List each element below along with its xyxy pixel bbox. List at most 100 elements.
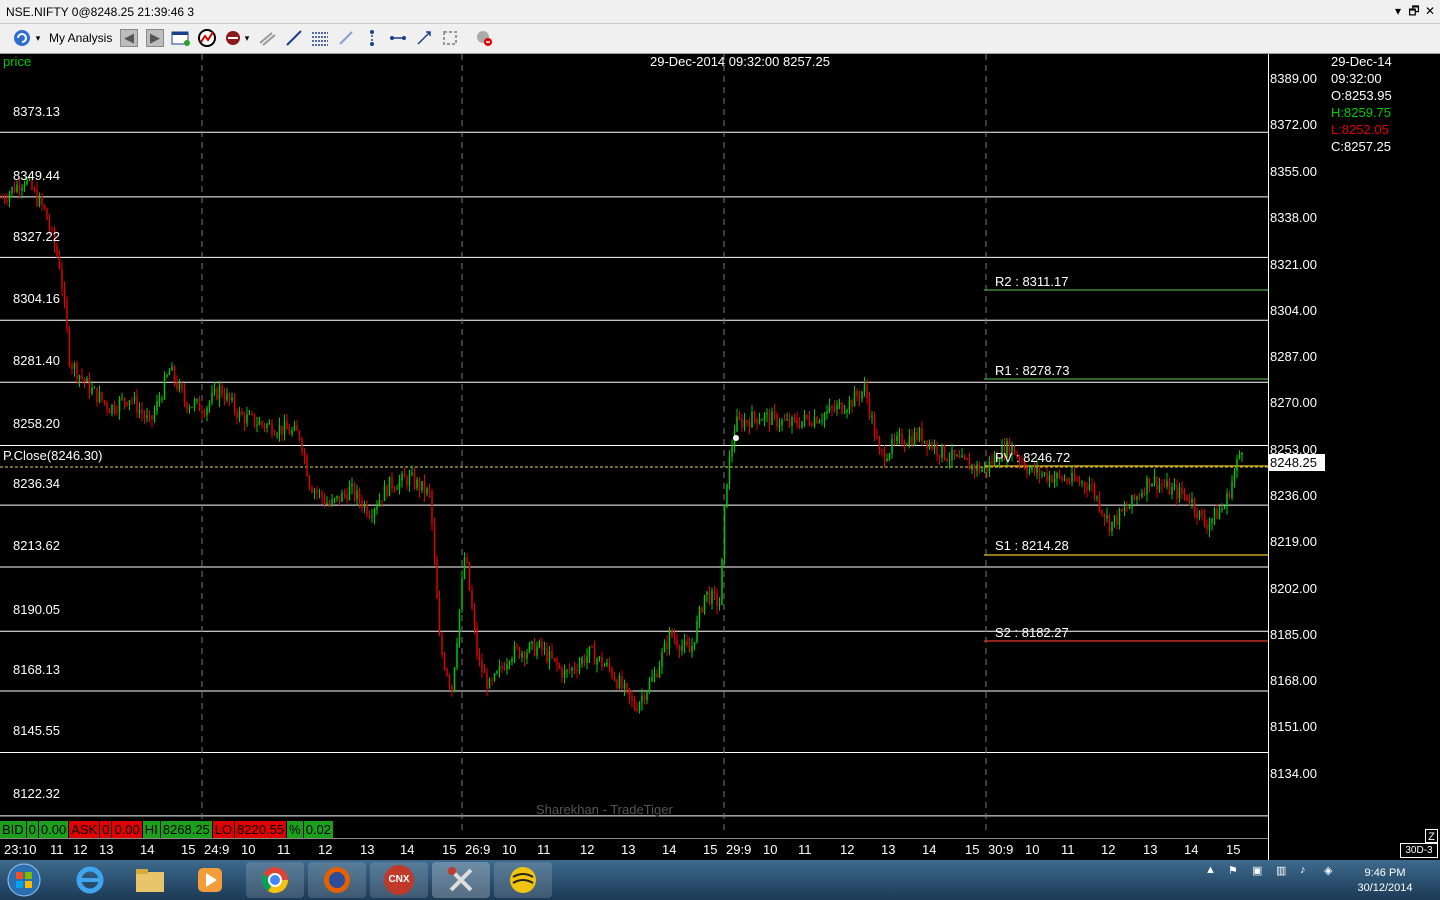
candle-body [1181,487,1183,494]
candle-body [173,366,176,382]
x-tick: 13 [99,842,114,857]
y-tick: 8355.00 [1270,164,1317,179]
vertical-line-icon[interactable] [362,28,382,48]
candle-body [338,495,341,502]
candle-body [658,666,661,678]
file-explorer-icon[interactable] [121,862,179,898]
candle-body [743,420,746,428]
chevron-down-icon[interactable]: ▾ [242,28,252,48]
candle-body [746,420,748,423]
minimize-button[interactable]: ▾ [1390,3,1406,19]
candle-body [896,435,898,441]
candle-body [281,425,283,435]
network-icon[interactable]: ▥ [1276,864,1286,877]
candle-body [163,376,166,399]
windows-start-icon[interactable] [2,862,46,898]
flag-icon[interactable]: ⚑ [1228,864,1238,877]
crosshair-icon[interactable] [414,28,434,48]
forward-icon[interactable]: ▶ [146,29,164,47]
close-button[interactable]: ✕ [1422,3,1438,19]
fibonacci-icon[interactable] [310,28,330,48]
tradetiger-icon[interactable] [494,862,552,898]
candle-body [333,498,336,500]
candle-body [681,645,683,651]
system-clock[interactable]: 9:46 PM 30/12/2014 [1350,866,1420,896]
delete-icon[interactable] [474,28,494,48]
cnx-app-icon[interactable]: CNX [370,862,428,898]
candle-body [443,654,446,669]
price-chart[interactable] [0,54,1268,860]
indicator-icon[interactable] [197,28,217,48]
candle-body [583,658,586,664]
candle-body [136,396,138,413]
candle-body [1048,475,1051,481]
candle-body [63,288,66,302]
firefox-icon[interactable] [308,862,366,898]
candle-body [298,430,301,440]
candle-body [1241,452,1243,456]
candle-body [623,683,626,689]
drawing-icon[interactable] [223,28,243,48]
candle-body [776,414,778,427]
candle-body [1213,508,1216,519]
candle-body [741,418,743,428]
line-tool-icon[interactable] [257,28,277,48]
candle-body [1211,518,1213,524]
level-label: 8145.55 [13,723,60,738]
candle-body [148,415,151,417]
candle-body [191,407,193,409]
candle-body [563,670,566,678]
candle-body [441,635,443,655]
analysis-selector[interactable]: My Analysis [49,31,112,45]
candle-body [203,413,206,416]
candle-body [348,486,351,500]
candle-body [696,620,698,643]
tools-icon[interactable] [432,862,490,898]
show-hidden-icons-icon[interactable]: ▲ [1205,864,1216,876]
cnx-app-label: CNX [384,865,414,895]
candle-body [288,429,291,435]
candle-body [946,458,948,461]
candle-body [708,591,711,604]
period-button[interactable]: 30D-3 [1400,843,1438,858]
media-player-icon[interactable] [181,862,239,898]
refresh-icon[interactable] [12,28,32,48]
restore-button[interactable]: 🗗 [1406,3,1422,19]
segment-icon[interactable] [336,28,356,48]
candle-body [1096,496,1098,498]
candle-body [606,662,608,666]
candle-body [1223,507,1226,509]
trendline-icon[interactable] [284,28,304,48]
horizontal-segment-icon[interactable] [388,28,408,48]
volume-icon[interactable]: ♪ [1300,864,1306,876]
internet-explorer-icon[interactable] [61,862,119,898]
new-window-icon[interactable] [171,28,191,48]
candle-body [106,402,108,410]
chrome-icon[interactable] [246,862,304,898]
chevron-down-icon[interactable]: ▾ [33,28,43,48]
candle-body [1128,507,1131,509]
candle-body [296,425,298,431]
candle-body [16,184,18,192]
zoom-icon[interactable] [440,28,460,48]
time-axis[interactable]: 23:10 11 12 13 14 15 24:9 10 11 12 13 14 15 26:9 10 11 1… [0,838,1268,860]
candle-body [223,395,226,401]
zoom-toggle-button[interactable]: Z [1425,829,1438,843]
y-tick: 8389.00 [1270,71,1317,86]
candle-body [801,421,803,428]
candle-body [258,421,261,425]
candle-body [961,455,963,458]
candle-body [1,197,3,199]
candle-body [771,411,773,426]
candle-body [66,301,68,329]
candle-body [1183,493,1186,496]
candle-body [976,464,978,471]
candle-body [568,670,571,672]
notification-icon[interactable]: ▣ [1252,864,1262,877]
back-icon[interactable]: ◀ [120,29,138,47]
ask-price: 0.00 [112,821,142,838]
candle-body [183,390,186,403]
title-bar: NSE.NIFTY 0@8248.25 21:39:46 3 ▾ 🗗 ✕ [0,0,1440,24]
security-icon[interactable]: ◈ [1324,864,1332,877]
candle-body [1116,515,1118,525]
